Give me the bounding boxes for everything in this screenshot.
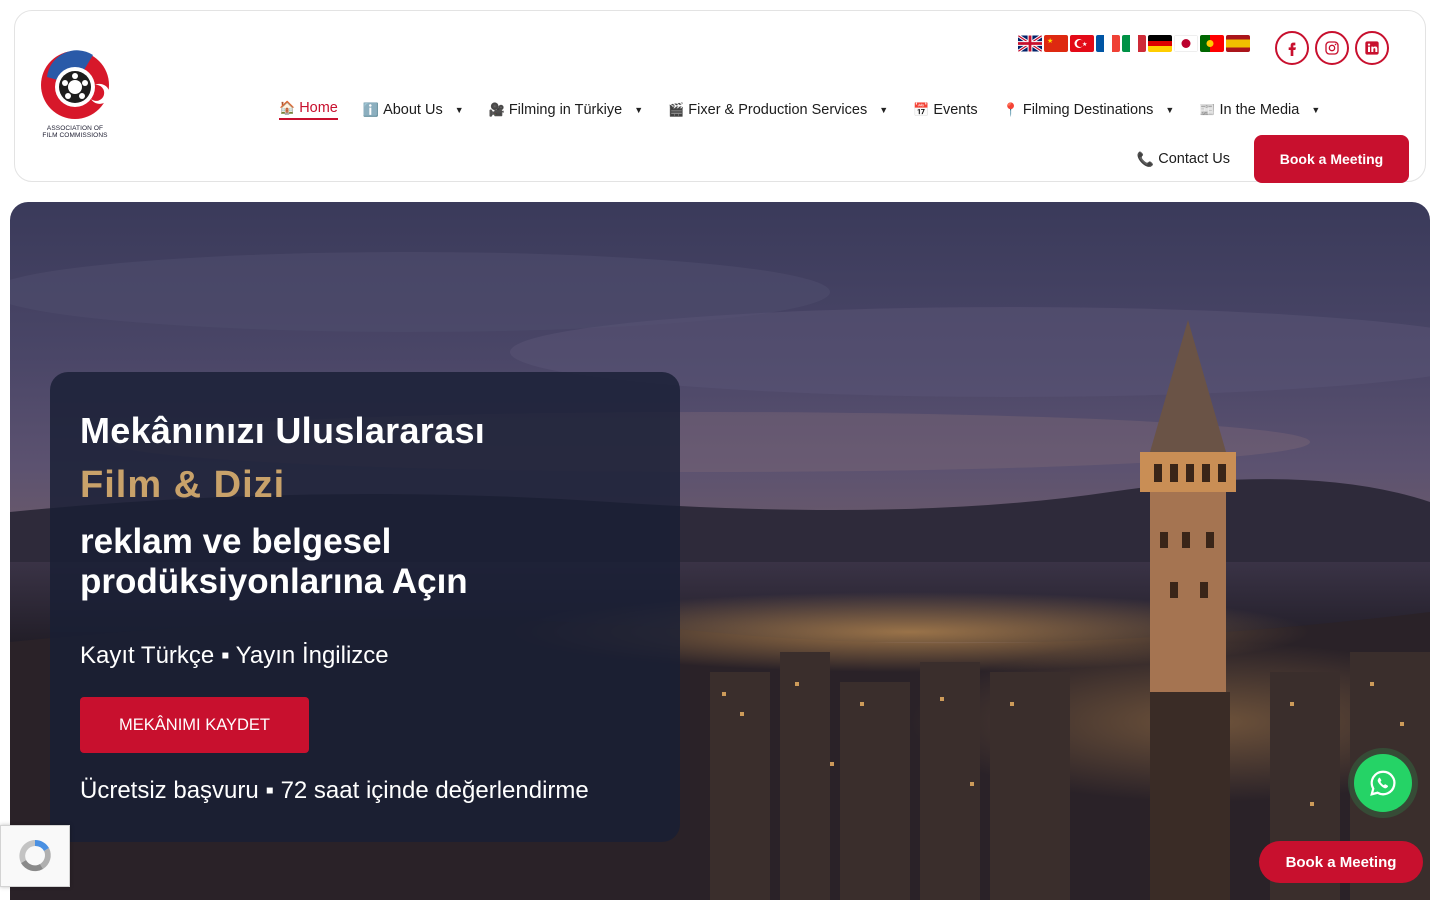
caret-down-icon: ▼ [1165,105,1175,115]
logo-text-line2: FILM COMMISSIONS [42,132,108,139]
caret-down-icon: ▼ [879,105,889,115]
main-nav: 🏠 Home ℹ️ About Us ▼ 🎥 Filming in Türkiy… [279,97,1409,183]
hero-title-line3: reklam ve belgesel prodüksiyonlarına Açı… [80,522,468,601]
home-icon: 🏠 [279,100,296,115]
calendar-icon: 📅 [913,102,930,117]
flag-pt-icon[interactable] [1200,35,1224,52]
book-meeting-button[interactable]: Book a Meeting [1254,135,1409,183]
hero-title-line1: Mekânınızı Uluslararası [80,410,486,451]
svg-text:★: ★ [1047,37,1053,45]
flag-es-icon[interactable] [1226,35,1250,52]
flag-de-icon[interactable] [1148,35,1172,52]
nav-fixer[interactable]: 🎬 Fixer & Production Services ▼ [668,102,888,118]
hero-subtitle: Kayıt Türkçe ▪ Yayın İngilizce [80,642,389,669]
nav-fixer-label: Fixer & Production Services [688,102,868,118]
nav-destinations[interactable]: 📍 Filming Destinations ▼ [1003,102,1175,118]
camera-icon: 🎥 [488,102,505,117]
svg-text:★: ★ [1082,41,1087,48]
flag-it-icon[interactable] [1122,35,1146,52]
recaptcha-badge[interactable] [0,825,70,887]
logo[interactable]: ASSOCIATION OF FILM COMMISSIONS [35,47,115,143]
site-header: ASSOCIATION OF FILM COMMISSIONS ★ ★ 🏠 Ho… [14,10,1426,183]
newspaper-icon: 📰 [1199,102,1216,117]
hero-title-highlight: Film & Dizi [80,464,286,506]
info-icon: ℹ️ [362,102,380,117]
whatsapp-button[interactable] [1354,754,1412,812]
nav-media-label: In the Media [1219,102,1300,118]
hero-note: Ücretsiz başvuru ▪ 72 saat içinde değerl… [80,777,589,804]
nav-events-label: Events [933,102,978,118]
nav-about[interactable]: ℹ️ About Us ▼ [363,102,464,118]
language-switcher: ★ ★ [1018,35,1250,52]
linkedin-icon[interactable] [1355,31,1389,65]
facebook-icon[interactable] [1275,31,1309,65]
nav-events[interactable]: 📅 Events [913,102,978,118]
logo-emblem-icon [41,50,110,119]
hero-card: Mekânınızı Uluslararası Film & Dizi rekl… [50,372,680,842]
social-links [1275,31,1389,65]
logo-text-line1: ASSOCIATION OF [46,125,104,132]
nav-filming[interactable]: 🎥 Filming in Türkiye ▼ [489,102,643,118]
instagram-icon[interactable] [1315,31,1349,65]
caret-down-icon: ▼ [454,105,464,115]
flag-jp-icon[interactable] [1174,35,1198,52]
nav-contact-label: Contact Us [1158,151,1230,167]
nav-media[interactable]: 📰 In the Media ▼ [1199,102,1320,118]
hero: Mekânınızı Uluslararası Film & Dizi rekl… [10,202,1430,900]
pin-icon: 📍 [1002,102,1019,117]
nav-filming-label: Filming in Türkiye [508,102,623,118]
galata-tower [1140,320,1236,900]
phone-icon: 📞 [1136,150,1155,167]
flag-cn-icon[interactable]: ★ [1044,35,1068,52]
register-venue-button[interactable]: MEKÂNIMI KAYDET [80,697,309,753]
floating-book-meeting-button[interactable]: Book a Meeting [1259,841,1423,883]
nav-contact[interactable]: 📞 Contact Us [1137,151,1230,168]
recaptcha-icon [19,839,51,872]
nav-home-label: Home [299,100,338,116]
caret-down-icon: ▼ [1311,105,1321,115]
nav-about-label: About Us [383,102,443,118]
nav-destinations-label: Filming Destinations [1022,102,1154,118]
flag-tr-icon[interactable]: ★ [1070,35,1094,52]
whatsapp-icon [1370,770,1396,796]
flag-fr-icon[interactable] [1096,35,1120,52]
clapper-icon: 🎬 [668,102,685,117]
nav-home[interactable]: 🏠 Home [279,100,338,120]
flag-en-icon[interactable] [1018,35,1042,52]
caret-down-icon: ▼ [634,105,644,115]
